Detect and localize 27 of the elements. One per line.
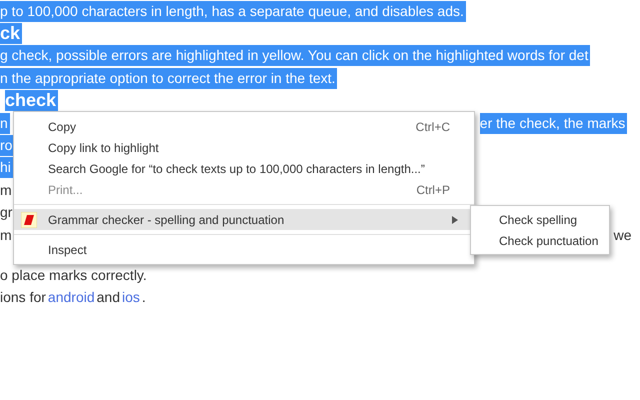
body-text: p to 100,000 characters in length, has a separate queue, and disables ads. [0, 0, 466, 22]
body-text: hi [0, 157, 13, 178]
body-text: and [96, 288, 121, 308]
link[interactable]: android [48, 287, 97, 308]
menu-item[interactable]: Check punctuation [471, 230, 609, 251]
menu-item[interactable]: Copy Ctrl+C [14, 116, 474, 137]
submenu-arrow-icon [452, 216, 458, 224]
menu-item[interactable]: Check spelling [471, 209, 609, 230]
body-text: ro [0, 135, 14, 156]
body-text: n [0, 112, 10, 134]
heading-text: ck [0, 23, 22, 44]
menu-item[interactable]: Search Google for “to check texts up to 100,000 characters in length...” [14, 158, 474, 179]
menu-item[interactable]: Copy link to highlight [14, 137, 474, 158]
body-text: m [0, 180, 13, 200]
body-text: gr [0, 203, 14, 222]
body-text: we [614, 226, 633, 245]
heading-text: check [5, 90, 58, 112]
body-text: er the check, the marks [480, 112, 628, 134]
body-text: g check, possible errors are highlighted in yellow. You can click on the highlighted words for det [0, 45, 590, 66]
body-text: n the appropriate option to correct the error in the text. [0, 68, 338, 89]
body-text: ions for [0, 288, 47, 308]
body-text: . [142, 288, 147, 308]
menu-item[interactable]: Inspect [14, 239, 474, 260]
body-text: m [0, 226, 13, 245]
extension-icon [21, 212, 37, 228]
link[interactable]: ios [122, 287, 142, 308]
body-text: o place marks correctly. [0, 266, 148, 285]
